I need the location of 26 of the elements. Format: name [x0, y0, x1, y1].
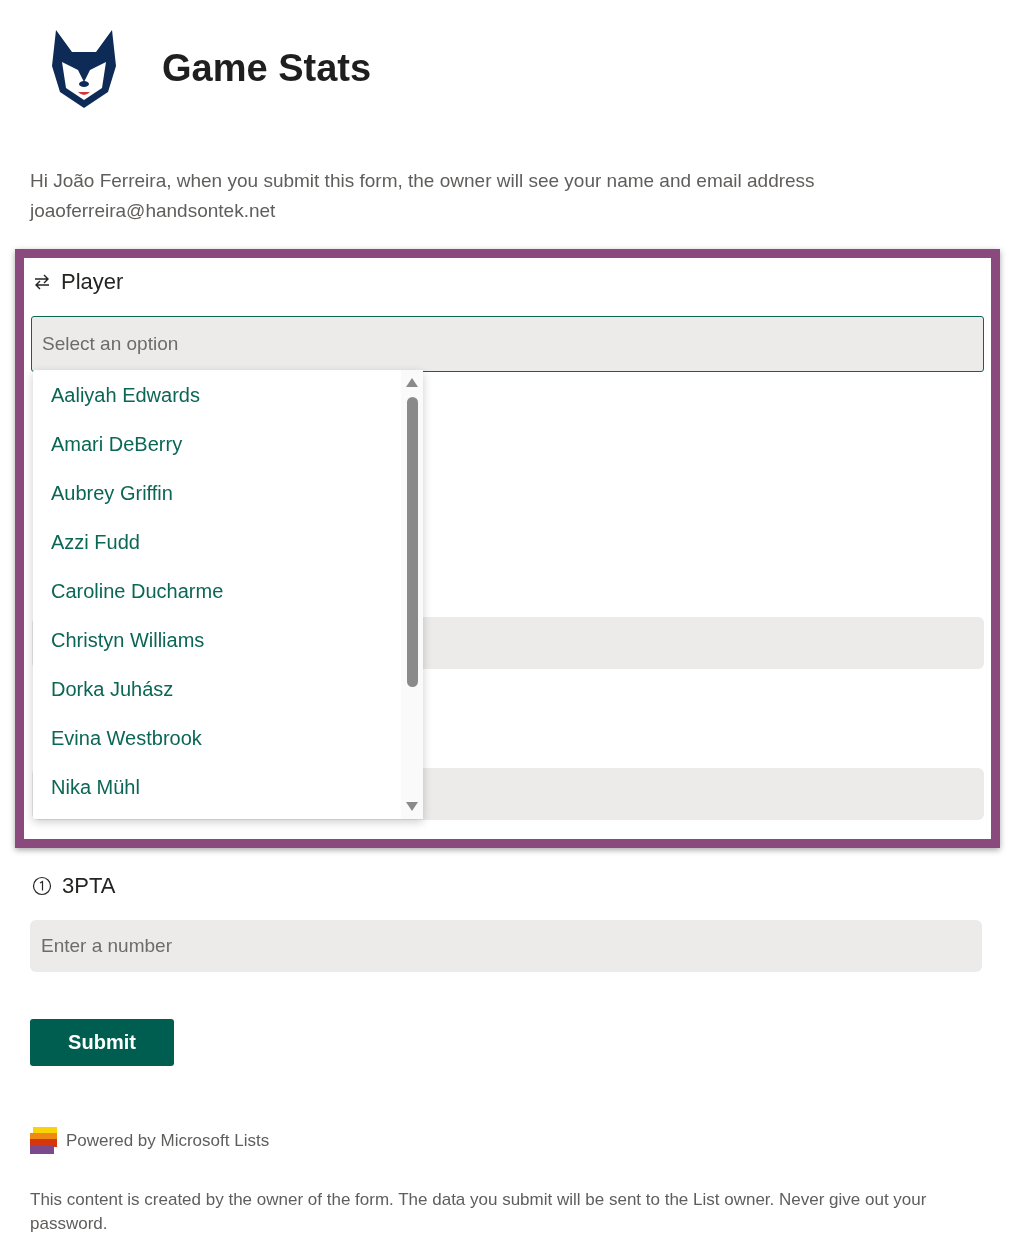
disclaimer-text: This content is created by the owner of the form. The data you submit will be sent to the List owner. Never give out your password.	[30, 1189, 928, 1235]
dropdown-option[interactable]: Nika Mühl	[33, 763, 401, 812]
dropdown-option[interactable]: Evina Westbrook	[33, 714, 401, 763]
powered-by-text: Powered by Microsoft Lists	[66, 1130, 270, 1151]
field-label: Player	[61, 269, 124, 295]
lists-logo-icon	[30, 1127, 57, 1154]
dropdown-option[interactable]: Christyn Williams	[33, 616, 401, 665]
dropdown-option[interactable]: Dorka Juhász	[33, 665, 401, 714]
submit-button[interactable]: Submit	[30, 1019, 174, 1066]
form-title: Game Stats	[162, 46, 372, 90]
dropdown-option[interactable]: Aubrey Griffin	[33, 469, 401, 518]
select-field[interactable]: Select an option	[31, 316, 984, 372]
dropdown-option[interactable]: Aaliyah Edwards	[33, 371, 401, 420]
scroll-up-icon[interactable]	[406, 378, 418, 387]
scroll-down-icon[interactable]	[406, 802, 418, 811]
user-email: joaoferreira@handsontek.net	[30, 199, 277, 223]
scrollbar[interactable]	[401, 370, 423, 819]
swap-arrows-icon	[33, 273, 51, 291]
dropdown-option[interactable]: Amari DeBerry	[33, 420, 401, 469]
field-label: 3PTA	[62, 873, 116, 899]
dropdown-option[interactable]: Azzi Fudd	[33, 518, 401, 567]
number-icon	[32, 876, 52, 896]
scrollbar-thumb[interactable]	[406, 397, 418, 687]
input-field[interactable]: Enter a number	[30, 920, 982, 972]
dropdown-option[interactable]: Caroline Ducharme	[33, 567, 401, 616]
intro-text: Hi João Ferreira, when you submit this form, the owner will see your name and email address	[30, 169, 816, 193]
